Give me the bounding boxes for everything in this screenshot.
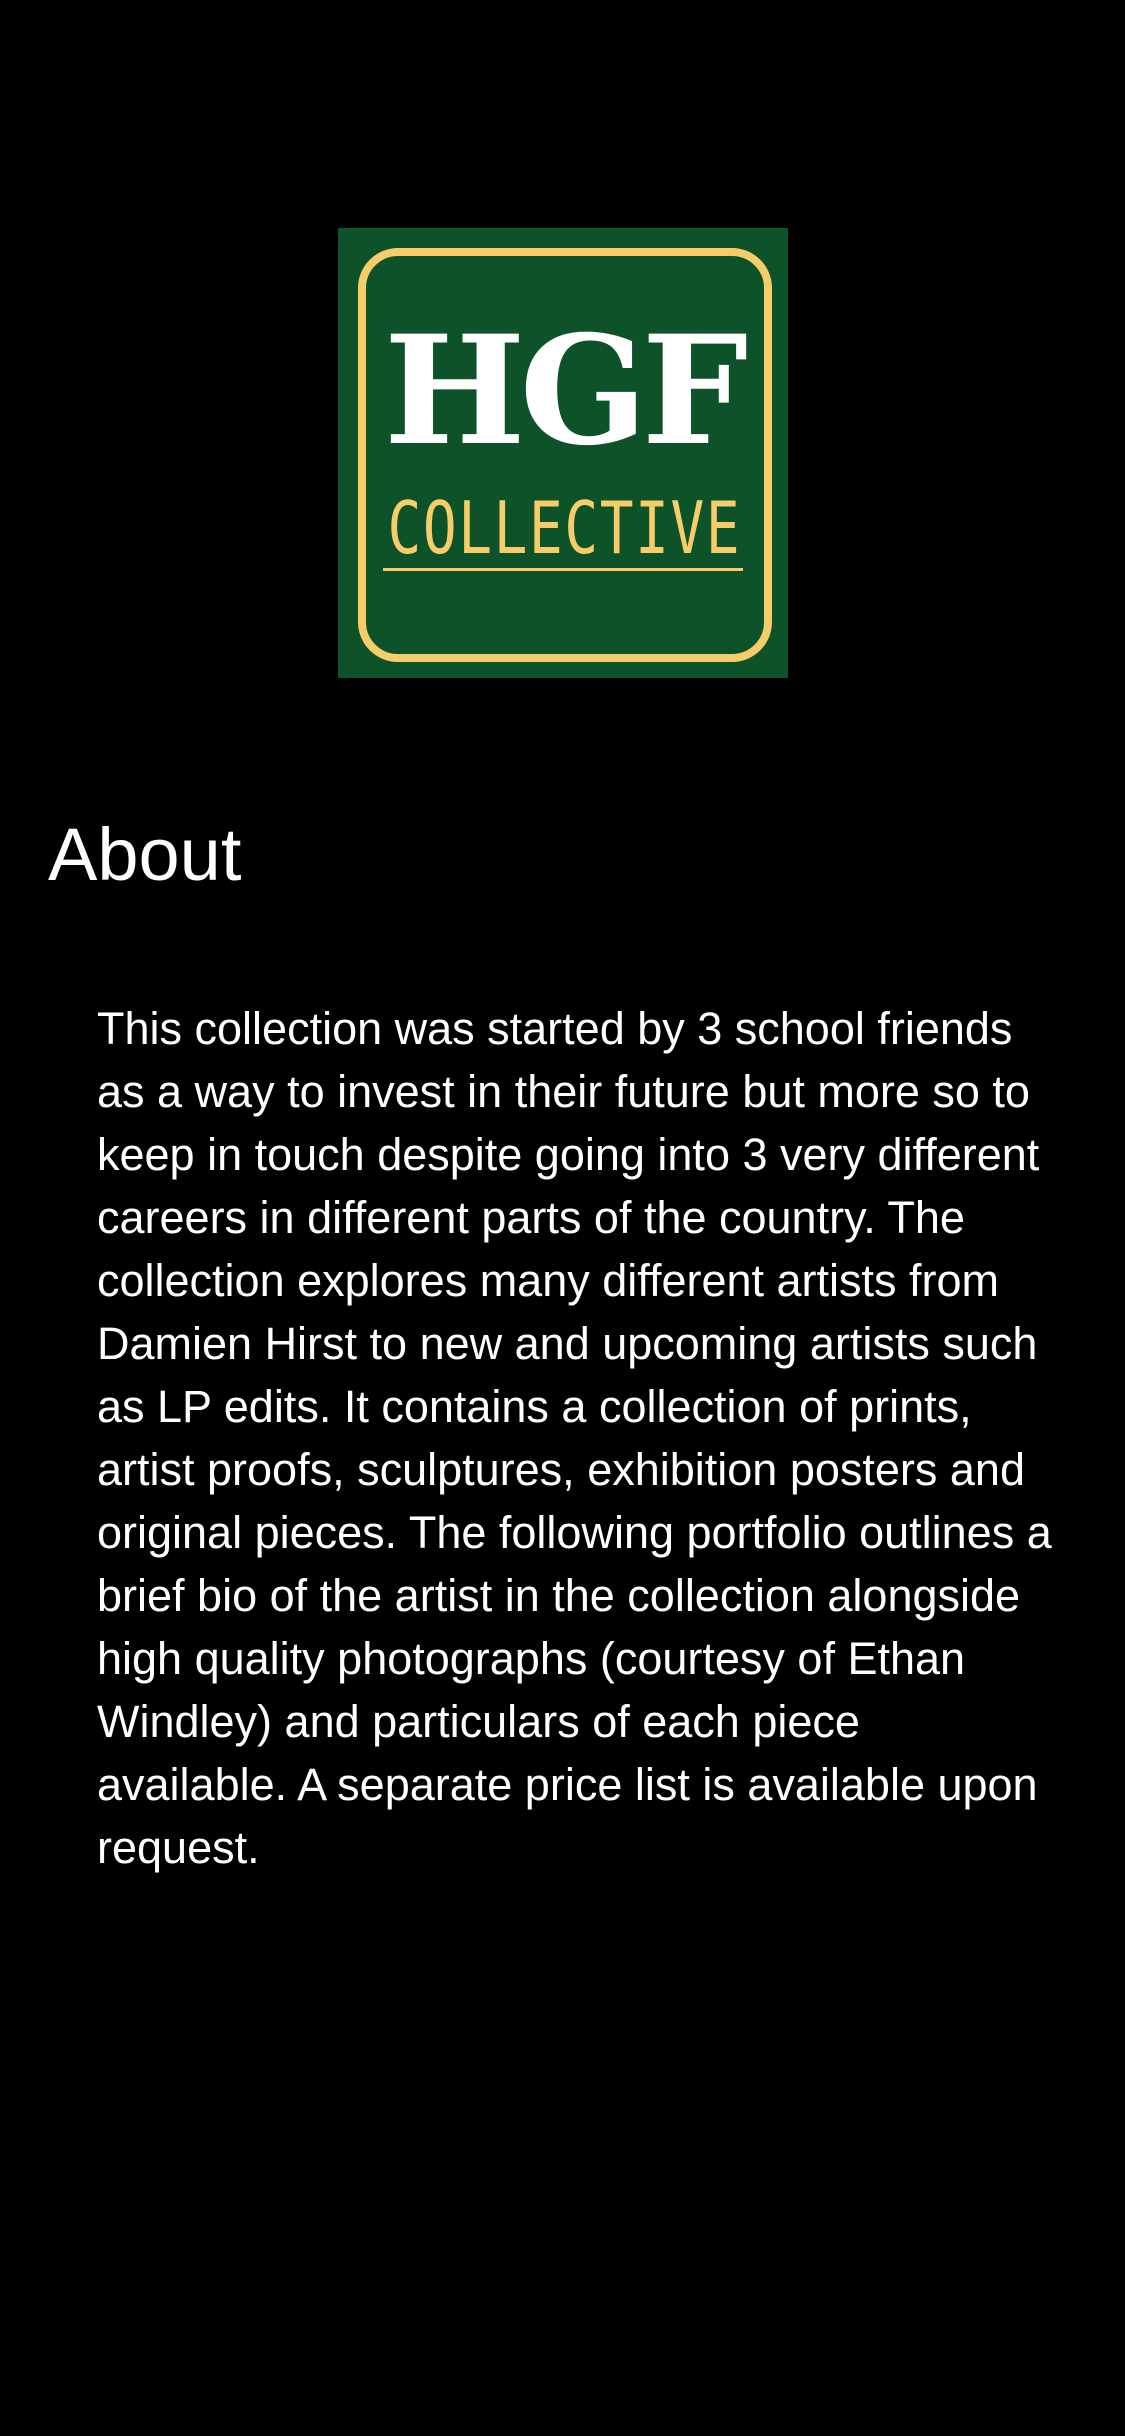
about-screen: HGF COLLECTIVE About This collection was…	[0, 0, 1125, 2436]
logo-underline	[383, 568, 743, 571]
page-title: About	[48, 812, 242, 896]
logo-main-text: HGF	[383, 303, 748, 479]
about-description: This collection was started by 3 school …	[97, 1003, 1052, 1873]
hgf-collective-logo: HGF COLLECTIVE	[338, 228, 788, 678]
logo-sub-text: COLLECTIVE	[387, 486, 742, 570]
